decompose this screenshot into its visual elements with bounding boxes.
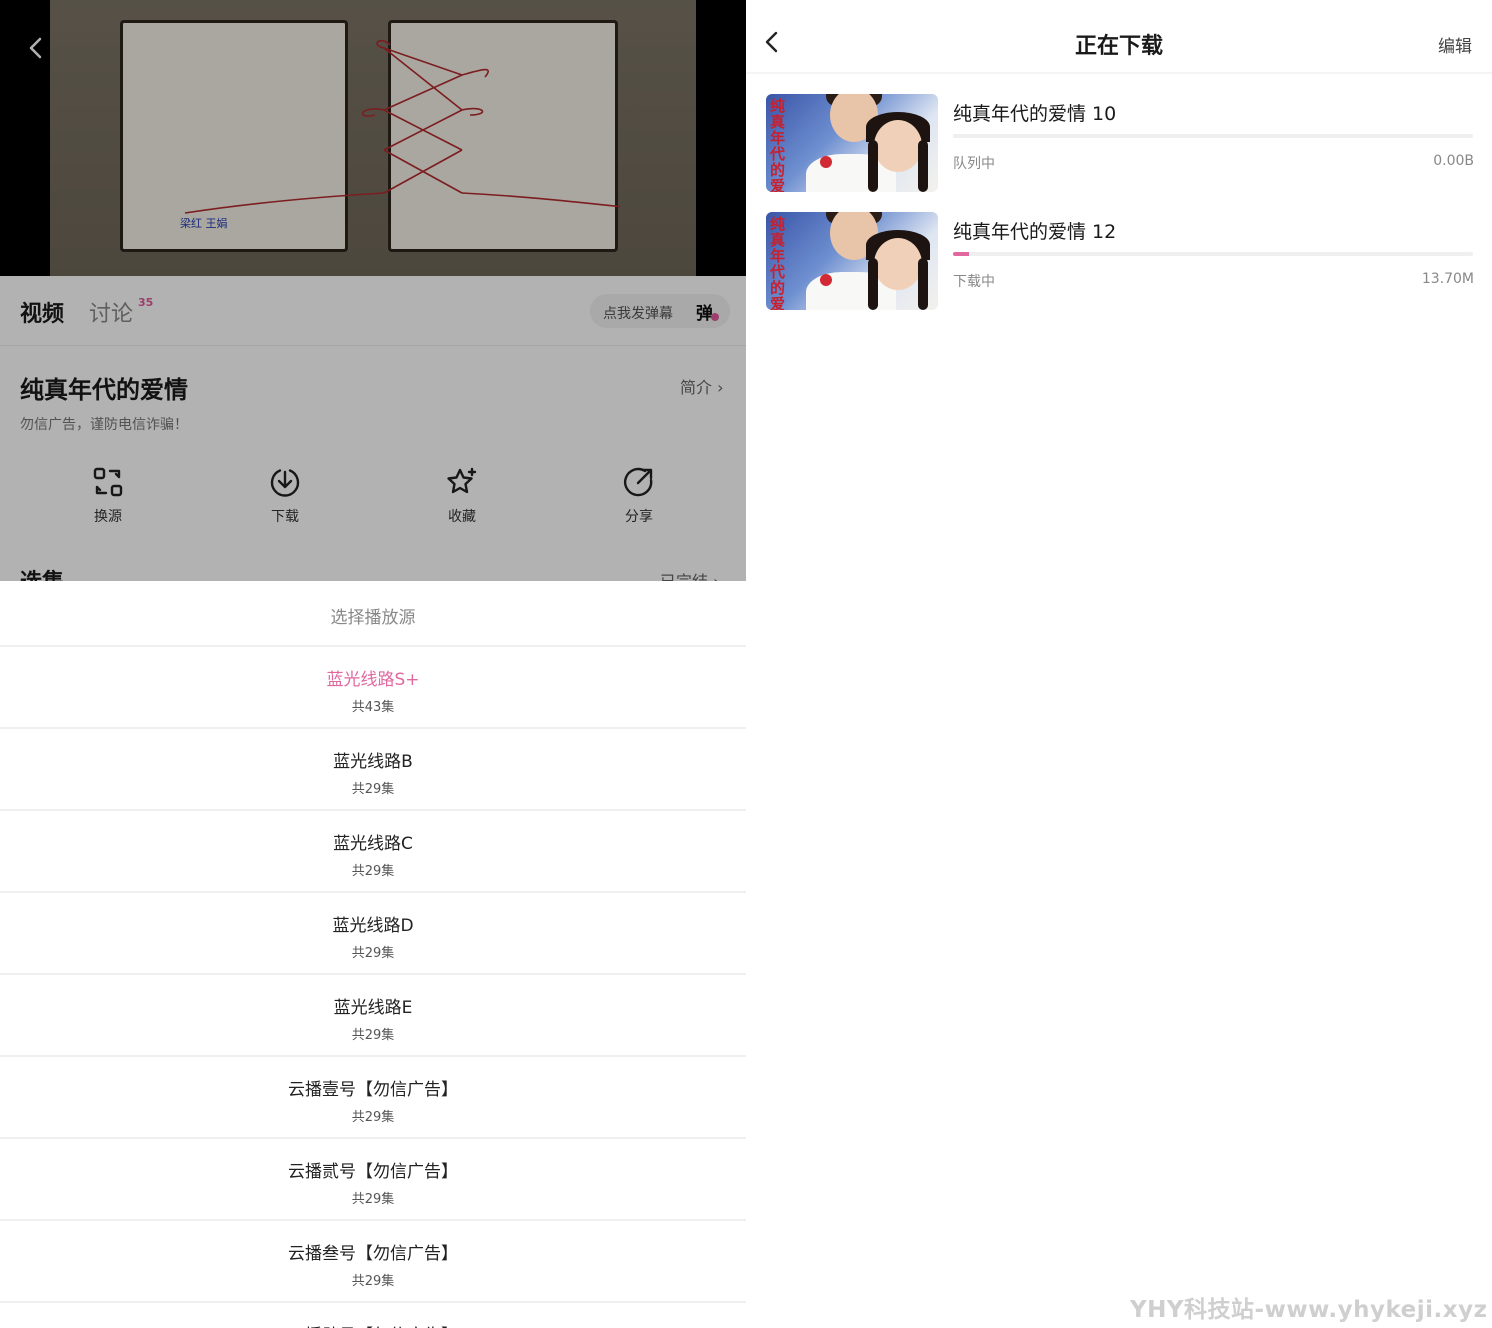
source-name: 云播肆号【勿信广告】 bbox=[0, 1321, 746, 1328]
poster-face bbox=[874, 238, 922, 290]
source-name: 云播贰号【勿信广告】 bbox=[288, 1162, 458, 1182]
download-size: 0.00B bbox=[1433, 153, 1474, 169]
source-name: 蓝光线路E bbox=[333, 998, 413, 1018]
poster-braid bbox=[918, 258, 928, 310]
poster-title-text: 纯真年代的爱情 bbox=[770, 97, 786, 192]
source-episode-count: 共29集 bbox=[351, 1110, 395, 1125]
downloading-panel: 正在下载 编辑 纯真年代的爱情纯真年代的爱情 10队列中0.00B纯真年代的爱情… bbox=[746, 0, 1492, 1328]
poster-braid bbox=[868, 258, 878, 310]
modal-dim-overlay[interactable] bbox=[0, 0, 746, 581]
page-title: 正在下载 bbox=[1074, 34, 1163, 59]
source-option[interactable]: 云播壹号【勿信广告】共29集 bbox=[0, 1057, 746, 1139]
poster-braid bbox=[918, 140, 928, 192]
screenshot-root: 梁红 王娟 视频 讨论 35 点我发弹幕 弹 纯真年代的爱情 简介 › 勿信广告… bbox=[0, 0, 1492, 1328]
download-title: 纯真年代的爱情 10 bbox=[953, 103, 1117, 125]
source-name: 蓝光线路S+ bbox=[326, 670, 420, 690]
source-name: 蓝光线路B bbox=[333, 752, 413, 772]
source-option[interactable]: 云播叁号【勿信广告】共29集 bbox=[0, 1221, 746, 1303]
download-status: 队列中 bbox=[953, 156, 995, 172]
source-name: 蓝光线路D bbox=[332, 916, 414, 936]
download-item[interactable]: 纯真年代的爱情 纯真年代的爱情 12 下载中 13.70M bbox=[766, 212, 1476, 312]
video-detail-panel: 梁红 王娟 视频 讨论 35 点我发弹幕 弹 纯真年代的爱情 简介 › 勿信广告… bbox=[0, 0, 746, 1328]
sheet-title: 选择播放源 bbox=[330, 608, 416, 628]
source-name: 云播叁号【勿信广告】 bbox=[288, 1244, 458, 1264]
poster-thumbnail: 纯真年代的爱情 bbox=[766, 94, 938, 192]
source-episode-count: 共29集 bbox=[351, 1274, 395, 1289]
source-episode-count: 共29集 bbox=[351, 864, 395, 879]
source-option[interactable]: 蓝光线路B 共29集 bbox=[0, 729, 746, 811]
download-progress-fill bbox=[953, 252, 969, 256]
source-option[interactable]: 蓝光线路S+ 共43集 bbox=[0, 647, 746, 729]
source-option[interactable]: 蓝光线路E 共29集 bbox=[0, 975, 746, 1057]
poster-title-text: 纯真年代的爱情 bbox=[770, 215, 786, 310]
poster-flower bbox=[820, 274, 832, 286]
source-name: 蓝光线路C bbox=[333, 834, 413, 854]
poster-face bbox=[874, 120, 922, 172]
poster-flower bbox=[820, 156, 832, 168]
download-size: 13.70M bbox=[1421, 271, 1474, 287]
source-picker-sheet: 选择播放源 蓝光线路S+ 共43集 蓝光线路B 共29集 蓝光线路C 共29集 蓝光线路D 共… bbox=[0, 581, 746, 1328]
download-progress-bar bbox=[953, 134, 1473, 138]
download-item[interactable]: 纯真年代的爱情 纯真年代的爱情 10 队列中 0.00B bbox=[766, 94, 1476, 194]
source-episode-count: 共29集 bbox=[351, 782, 395, 797]
download-status: 下载中 bbox=[953, 274, 995, 290]
source-option[interactable]: 云播贰号【勿信广告】共29集 bbox=[0, 1139, 746, 1221]
watermark-text: YHY科技站-www.yhykeji.xyz bbox=[1130, 1297, 1488, 1323]
source-episode-count: 共29集 bbox=[351, 1028, 395, 1043]
edit-button[interactable]: 编辑 bbox=[1438, 32, 1472, 57]
source-episode-count: 共29集 bbox=[351, 946, 395, 961]
source-option[interactable]: 蓝光线路D 共29集 bbox=[0, 893, 746, 975]
poster-braid bbox=[868, 140, 878, 192]
source-episode-count: 共43集 bbox=[351, 700, 395, 715]
downloading-header: 正在下载 编辑 bbox=[746, 0, 1492, 74]
source-name: 云播壹号【勿信广告】 bbox=[288, 1080, 458, 1100]
source-option[interactable]: 云播肆号【勿信广告】 bbox=[0, 1303, 746, 1328]
download-title: 纯真年代的爱情 12 bbox=[953, 221, 1117, 243]
poster-thumbnail: 纯真年代的爱情 bbox=[766, 212, 938, 310]
source-episode-count: 共29集 bbox=[351, 1192, 395, 1207]
source-option[interactable]: 蓝光线路C 共29集 bbox=[0, 811, 746, 893]
download-progress-bar bbox=[953, 252, 1473, 256]
